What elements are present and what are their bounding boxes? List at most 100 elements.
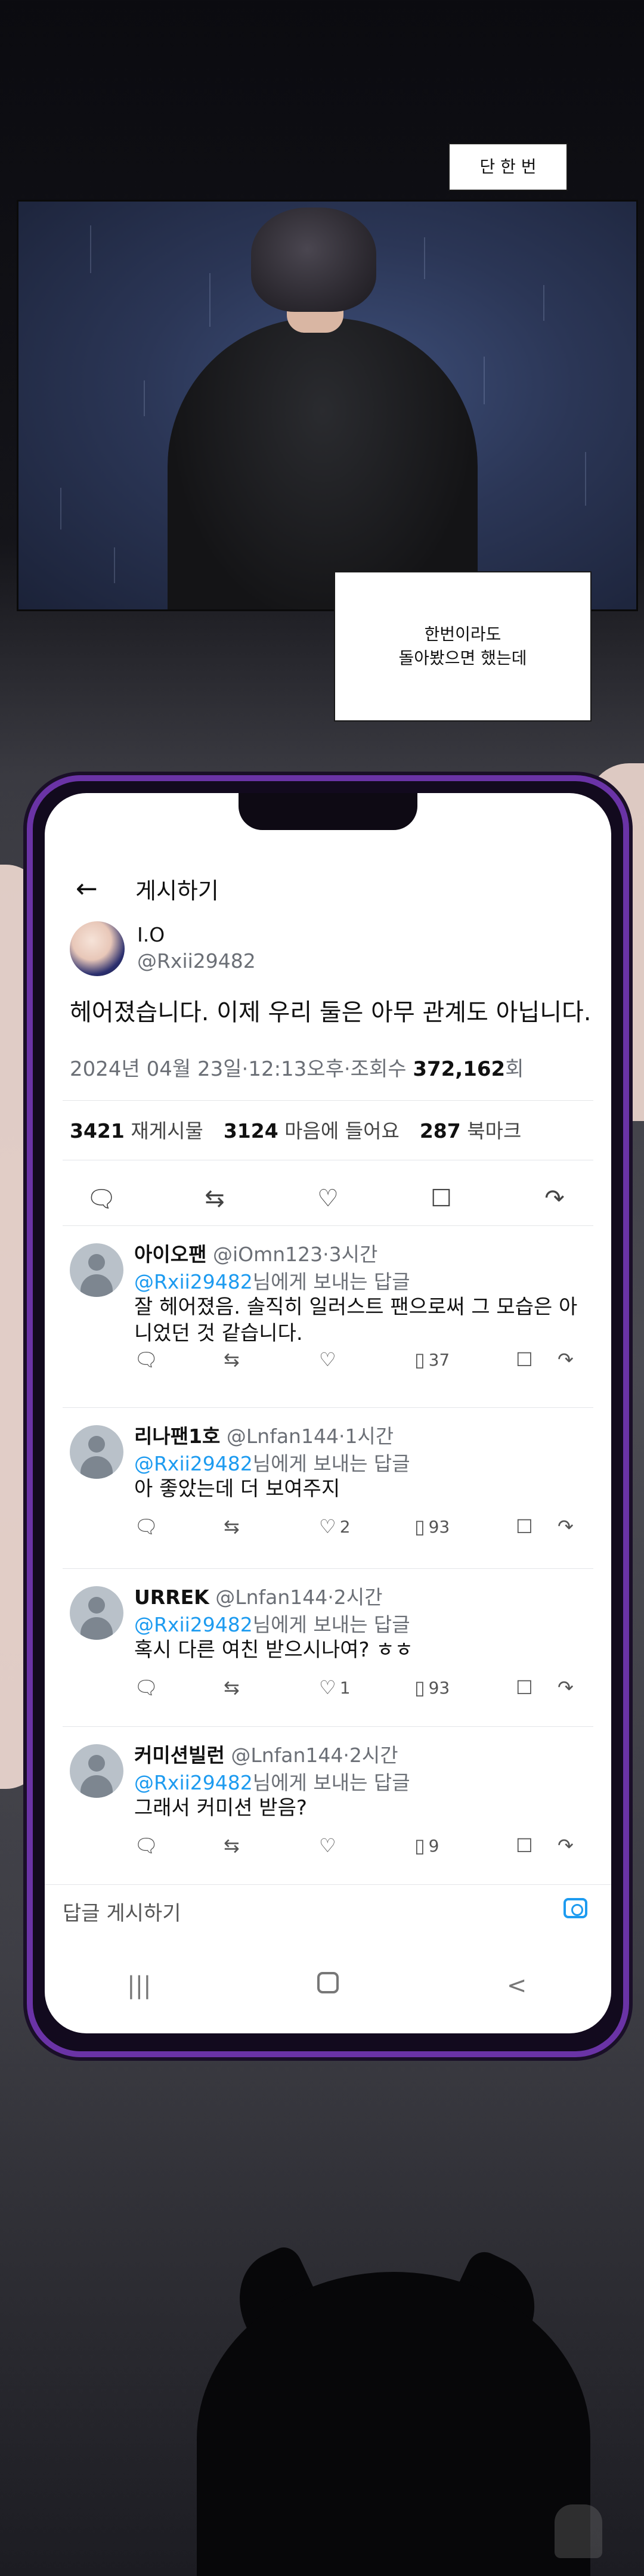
reply-avatar[interactable] bbox=[70, 1243, 123, 1297]
like-icon[interactable]: ♡ bbox=[319, 1348, 336, 1371]
bookmark-icon[interactable]: ☐ bbox=[516, 1834, 533, 1857]
share-icon[interactable]: ↷ bbox=[558, 1676, 574, 1699]
likes-stat[interactable]: 3124 마음에 들어요 bbox=[224, 1119, 400, 1143]
reply-item[interactable]: 아이오팬 @iOmn123·3시간 @Rxii29482님에게 보내는 답글 잘… bbox=[45, 1231, 611, 1410]
author-avatar[interactable] bbox=[70, 921, 125, 976]
divider bbox=[63, 1568, 593, 1569]
reply-meta: @Lnfan144·2시간 bbox=[231, 1744, 398, 1767]
reply-body: 그래서 커미션 받음? bbox=[134, 1796, 307, 1820]
like-count: 1 bbox=[339, 1677, 351, 1698]
reply-body: 혹시 다른 여친 받으시나여? ㅎㅎ bbox=[134, 1638, 413, 1662]
reply-icon[interactable]: 🗨 bbox=[78, 1185, 125, 1213]
bookmark-icon[interactable]: ☐ bbox=[516, 1515, 533, 1538]
like-icon[interactable]: ♡ bbox=[319, 1834, 336, 1857]
recent-apps-icon[interactable]: ||| bbox=[103, 1972, 175, 1999]
views-icon[interactable]: ▯ bbox=[414, 1348, 425, 1371]
phone-notch bbox=[239, 793, 417, 830]
mention-link[interactable]: @Rxii29482 bbox=[134, 1613, 253, 1636]
reply-meta: @Lnfan144·2시간 bbox=[215, 1586, 383, 1609]
android-navbar: ||| < bbox=[45, 1959, 611, 2012]
caption-top: 단 한 번 bbox=[448, 143, 568, 191]
post-date: 2024년 04월 23일·12:13오후·조회수 bbox=[70, 1057, 413, 1081]
reply-to: @Rxii29482님에게 보내는 답글 bbox=[134, 1771, 410, 1794]
mention-link[interactable]: @Rxii29482 bbox=[134, 1270, 253, 1293]
views-count: 93 bbox=[428, 1677, 450, 1698]
back-icon[interactable]: < bbox=[481, 1972, 553, 1999]
reply-name[interactable]: 아이오팬 bbox=[134, 1243, 206, 1266]
reply-to: @Rxii29482님에게 보내는 답글 bbox=[134, 1452, 410, 1475]
bookmarks-stat[interactable]: 287 북마크 bbox=[420, 1119, 521, 1143]
repost-icon[interactable]: ⇆ bbox=[191, 1185, 239, 1212]
post-action-bar: 🗨 ⇆ ♡ ☐ ↷ bbox=[45, 1175, 611, 1222]
reply-meta: @Lnfan144·1시간 bbox=[226, 1425, 394, 1448]
reply-icon[interactable]: 🗨 bbox=[134, 1348, 159, 1371]
figure-body bbox=[168, 318, 478, 609]
like-icon[interactable]: ♡ bbox=[319, 1676, 336, 1699]
reply-body: 잘 헤어졌음. 솔직히 일러스트 팬으로써 그 모습은 아니었던 것 같습니다. bbox=[134, 1295, 578, 1345]
reply-icon[interactable]: 🗨 bbox=[134, 1515, 159, 1538]
reply-name[interactable]: 리나팬1호 bbox=[134, 1425, 220, 1448]
camera-icon[interactable] bbox=[564, 1898, 587, 1918]
caption-middle-line1: 한번이라도 bbox=[424, 624, 501, 644]
reply-actions: 🗨 ⇆ ♡ ▯ 9 ☐ ↷ bbox=[134, 1831, 599, 1860]
repost-icon[interactable]: ⇆ bbox=[224, 1515, 240, 1538]
caption-middle: 한번이라도 돌아봤으면 했는데 bbox=[334, 571, 592, 722]
mention-link[interactable]: @Rxii29482 bbox=[134, 1452, 253, 1475]
reply-item[interactable]: URREK @Lnfan144·2시간 @Rxii29482님에게 보내는 답글… bbox=[45, 1574, 611, 1729]
reply-to: @Rxii29482님에게 보내는 답글 bbox=[134, 1613, 410, 1636]
reply-meta: @iOmn123·3시간 bbox=[212, 1243, 378, 1266]
reply-avatar[interactable] bbox=[70, 1744, 123, 1798]
reply-name[interactable]: URREK bbox=[134, 1586, 209, 1609]
divider bbox=[63, 1407, 593, 1408]
caption-middle-line2: 돌아봤으면 했는데 bbox=[398, 648, 527, 668]
reply-item[interactable]: 커미션빌런 @Lnfan144·2시간 @Rxii29482님에게 보내는 답글… bbox=[45, 1732, 611, 1881]
watermark-logo bbox=[555, 2504, 602, 2558]
divider bbox=[63, 1225, 593, 1226]
post-meta: 2024년 04월 23일·12:13오후·조회수 372,162회 bbox=[70, 1052, 524, 1082]
like-count: 2 bbox=[339, 1516, 351, 1537]
bookmark-icon[interactable]: ☐ bbox=[516, 1676, 533, 1699]
reply-name[interactable]: 커미션빌런 bbox=[134, 1744, 225, 1767]
post-stats: 3421 재게시물 3124 마음에 들어요 287 북마크 bbox=[70, 1115, 541, 1144]
repost-icon[interactable]: ⇆ bbox=[224, 1834, 240, 1857]
share-icon[interactable]: ↷ bbox=[558, 1834, 574, 1857]
mention-link[interactable]: @Rxii29482 bbox=[134, 1771, 253, 1794]
repost-icon[interactable]: ⇆ bbox=[224, 1348, 240, 1371]
share-icon[interactable]: ↷ bbox=[558, 1348, 574, 1371]
views-count: 37 bbox=[428, 1349, 450, 1370]
post-views: 372,162 bbox=[413, 1057, 506, 1081]
figure-head bbox=[251, 208, 376, 312]
reply-icon[interactable]: 🗨 bbox=[134, 1834, 159, 1857]
views-icon[interactable]: ▯ bbox=[414, 1515, 425, 1538]
page-title: 게시하기 bbox=[135, 877, 219, 904]
repost-icon[interactable]: ⇆ bbox=[224, 1676, 240, 1699]
home-icon[interactable] bbox=[292, 1972, 364, 1999]
views-icon[interactable]: ▯ bbox=[414, 1834, 425, 1857]
share-icon[interactable]: ↷ bbox=[558, 1515, 574, 1538]
author-name[interactable]: I.O bbox=[137, 923, 165, 946]
reply-to: @Rxii29482님에게 보내는 답글 bbox=[134, 1270, 410, 1293]
reply-actions: 🗨 ⇆ ♡ ▯ 37 ☐ ↷ bbox=[134, 1345, 599, 1374]
reply-body: 아 좋았는데 더 보여주지 bbox=[134, 1477, 340, 1501]
views-count: 9 bbox=[428, 1835, 439, 1856]
post-text: 헤어졌습니다. 이제 우리 둘은 아무 관계도 아닙니다. bbox=[70, 999, 592, 1026]
reply-avatar[interactable] bbox=[70, 1586, 123, 1640]
like-icon[interactable]: ♡ bbox=[319, 1515, 336, 1538]
caption-top-text: 단 한 번 bbox=[479, 157, 537, 177]
reply-actions: 🗨 ⇆ ♡ 1 ▯ 93 ☐ ↷ bbox=[134, 1673, 599, 1702]
compose-bar[interactable]: 답글 게시하기 bbox=[45, 1884, 611, 1932]
author-handle[interactable]: @Rxii29482 bbox=[137, 949, 256, 973]
reply-item[interactable]: 리나팬1호 @Lnfan144·1시간 @Rxii29482님에게 보내는 답글… bbox=[45, 1413, 611, 1568]
share-icon[interactable]: ↷ bbox=[531, 1185, 578, 1212]
bookmark-icon[interactable]: ☐ bbox=[417, 1185, 465, 1212]
compose-placeholder[interactable]: 답글 게시하기 bbox=[63, 1897, 181, 1926]
phone-screen: ← 게시하기 I.O @Rxii29482 헤어졌습니다. 이제 우리 둘은 아… bbox=[45, 793, 611, 2033]
like-icon[interactable]: ♡ bbox=[304, 1185, 352, 1212]
reply-icon[interactable]: 🗨 bbox=[134, 1676, 159, 1699]
reposts-stat[interactable]: 3421 재게시물 bbox=[70, 1119, 203, 1143]
back-arrow-icon[interactable]: ← bbox=[76, 874, 112, 904]
views-count: 93 bbox=[428, 1516, 450, 1537]
reply-avatar[interactable] bbox=[70, 1425, 123, 1479]
bookmark-icon[interactable]: ☐ bbox=[516, 1348, 533, 1371]
views-icon[interactable]: ▯ bbox=[414, 1676, 425, 1699]
